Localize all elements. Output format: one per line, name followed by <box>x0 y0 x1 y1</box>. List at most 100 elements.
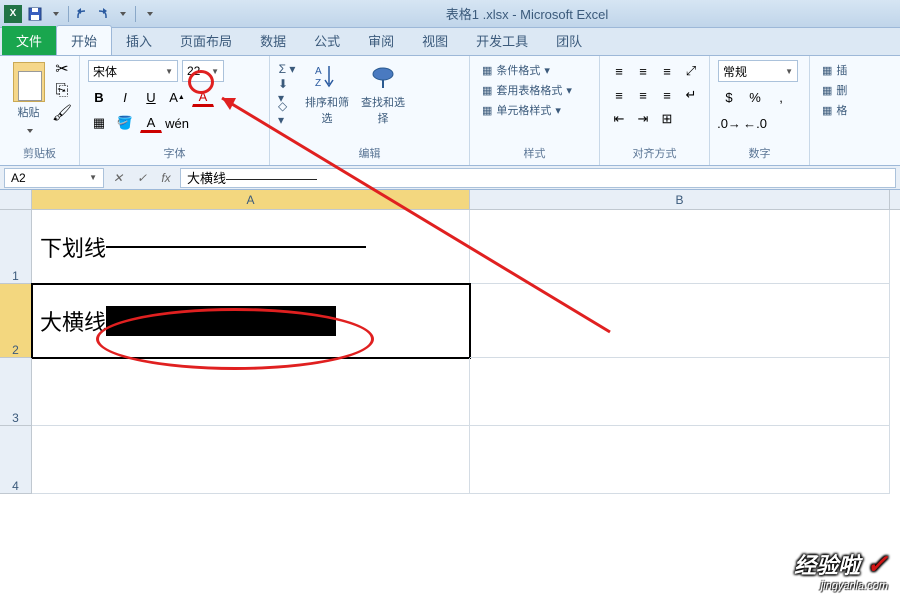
cut-icon[interactable]: ✂ <box>53 60 71 78</box>
cancel-formula-icon[interactable]: ✕ <box>108 168 128 188</box>
redo-icon[interactable] <box>93 5 111 23</box>
cell-style-button[interactable]: ▦单元格样式 ▾ <box>478 100 591 120</box>
tab-review[interactable]: 审阅 <box>354 26 408 55</box>
number-format-combo[interactable]: 常规▼ <box>718 60 798 82</box>
fill-color-button[interactable]: 🪣 <box>114 112 136 134</box>
format-painter-icon[interactable]: 🖌 <box>53 104 71 122</box>
paste-button[interactable]: 粘贴 <box>8 60 49 143</box>
dropdown-icon[interactable] <box>46 5 64 23</box>
formula-bar: A2▼ ✕ ✓ fx 大横线——————— <box>0 166 900 190</box>
number-group-label: 数字 <box>718 143 801 161</box>
copy-icon[interactable]: ⎘ <box>53 82 71 100</box>
tab-view[interactable]: 视图 <box>408 26 462 55</box>
align-bottom-icon[interactable]: ≡ <box>656 60 678 82</box>
comma-icon[interactable]: , <box>770 86 792 108</box>
indent-increase-icon[interactable]: ⇥ <box>632 108 654 130</box>
delete-cells-button[interactable]: ▦ 删 <box>818 80 852 100</box>
watermark: 经验啦 ✓ jingyanla.com <box>794 548 888 592</box>
tab-team[interactable]: 团队 <box>542 26 596 55</box>
tab-formulas[interactable]: 公式 <box>300 26 354 55</box>
formula-input[interactable]: 大横线——————— <box>180 168 896 188</box>
align-left-icon[interactable]: ≡ <box>608 84 630 106</box>
font-name-combo[interactable]: 宋体▼ <box>88 60 178 82</box>
svg-text:Z: Z <box>315 78 321 89</box>
align-middle-icon[interactable]: ≡ <box>632 60 654 82</box>
table-format-icon: ▦ <box>482 84 492 97</box>
cell-b3[interactable] <box>470 358 890 426</box>
enter-formula-icon[interactable]: ✓ <box>132 168 152 188</box>
excel-app-icon[interactable]: X <box>4 5 22 23</box>
font-grow-icon[interactable]: A▲ <box>166 86 188 108</box>
wrap-text-icon[interactable]: ↵ <box>680 84 702 106</box>
font-color-button[interactable]: A <box>192 88 214 107</box>
tab-developer[interactable]: 开发工具 <box>462 26 542 55</box>
tab-data[interactable]: 数据 <box>246 26 300 55</box>
name-box[interactable]: A2▼ <box>4 168 104 188</box>
save-icon[interactable] <box>26 5 44 23</box>
row-3: 3 <box>0 358 900 426</box>
align-right-icon[interactable]: ≡ <box>656 84 678 106</box>
insert-cells-button[interactable]: ▦ 插 <box>818 60 852 80</box>
cell-b2[interactable] <box>470 284 890 358</box>
name-box-value: A2 <box>11 171 26 185</box>
cell-b4[interactable] <box>470 426 890 494</box>
cell-a3[interactable] <box>32 358 470 426</box>
select-all-corner[interactable] <box>0 190 32 210</box>
group-font: 宋体▼ 22▼ B I U A▲ A ▦ 🪣 A wén 字体 <box>80 56 270 165</box>
row-header-4[interactable]: 4 <box>0 426 32 494</box>
clear-icon[interactable]: ◇ ▾ <box>278 104 296 122</box>
col-header-b[interactable]: B <box>470 190 890 209</box>
fill-icon[interactable]: ⬇ ▾ <box>278 82 296 100</box>
fx-icon[interactable]: fx <box>156 168 176 188</box>
percent-icon[interactable]: % <box>744 86 766 108</box>
cond-format-icon: ▦ <box>482 64 492 77</box>
cell-a4[interactable] <box>32 426 470 494</box>
cell-b1[interactable] <box>470 210 890 284</box>
sort-filter-button[interactable]: AZ 排序和筛选 <box>302 60 352 126</box>
group-alignment: ≡ ≡ ≡ ⤢ ≡ ≡ ≡ ↵ ⇤ ⇥ ⊞ 对齐方式 <box>600 56 710 165</box>
row-header-2[interactable]: 2 <box>0 284 32 358</box>
tab-home[interactable]: 开始 <box>56 25 112 55</box>
editing-group-label: 编辑 <box>278 143 461 161</box>
undo-icon[interactable] <box>73 5 91 23</box>
col-header-a[interactable]: A <box>32 190 470 209</box>
cell-a1[interactable]: 下划线 <box>32 210 470 284</box>
align-top-icon[interactable]: ≡ <box>608 60 630 82</box>
alignment-group-label: 对齐方式 <box>608 143 701 161</box>
dropdown-icon[interactable] <box>113 5 131 23</box>
font-name-value: 宋体 <box>93 63 117 80</box>
cell-a2[interactable]: 大横线 <box>32 284 470 358</box>
autosum-icon[interactable]: Σ ▾ <box>278 60 296 78</box>
increase-decimal-icon[interactable]: .0→ <box>718 112 740 134</box>
bold-button[interactable]: B <box>88 86 110 108</box>
font-size-combo[interactable]: 22▼ <box>182 60 224 82</box>
orientation-icon[interactable]: ⤢ <box>680 60 702 82</box>
file-tab[interactable]: 文件 <box>2 26 56 55</box>
format-cells-button[interactable]: ▦ 格 <box>818 100 852 120</box>
group-number: 常规▼ $ % , .0→ ←.0 数字 <box>710 56 810 165</box>
sort-filter-label: 排序和筛选 <box>302 94 352 126</box>
tab-insert[interactable]: 插入 <box>112 26 166 55</box>
conditional-format-button[interactable]: ▦条件格式 ▾ <box>478 60 591 80</box>
indent-decrease-icon[interactable]: ⇤ <box>608 108 630 130</box>
tab-page-layout[interactable]: 页面布局 <box>166 26 246 55</box>
font-color-button-2[interactable]: A <box>140 114 162 133</box>
find-select-button[interactable]: 查找和选择 <box>358 60 408 126</box>
phonetic-button[interactable]: wén <box>166 112 188 134</box>
title-bar: X 表格1 .xlsx - Microsoft Excel <box>0 0 900 28</box>
currency-icon[interactable]: $ <box>718 86 740 108</box>
watermark-text: 经验啦 <box>794 553 860 578</box>
sheet-area: A B 1 下划线 2 大横线 3 4 <box>0 190 900 494</box>
row-header-1[interactable]: 1 <box>0 210 32 284</box>
underline-button[interactable]: U <box>140 86 162 108</box>
italic-button[interactable]: I <box>114 86 136 108</box>
border-button[interactable]: ▦ <box>88 112 110 134</box>
row-header-3[interactable]: 3 <box>0 358 32 426</box>
table-format-button[interactable]: ▦套用表格格式 ▾ <box>478 80 591 100</box>
merge-icon[interactable]: ⊞ <box>656 108 678 130</box>
font-group-label: 字体 <box>88 143 261 161</box>
align-center-icon[interactable]: ≡ <box>632 84 654 106</box>
black-bar-decoration <box>106 306 336 336</box>
decrease-decimal-icon[interactable]: ←.0 <box>744 112 766 134</box>
qat-customize-icon[interactable] <box>140 5 158 23</box>
